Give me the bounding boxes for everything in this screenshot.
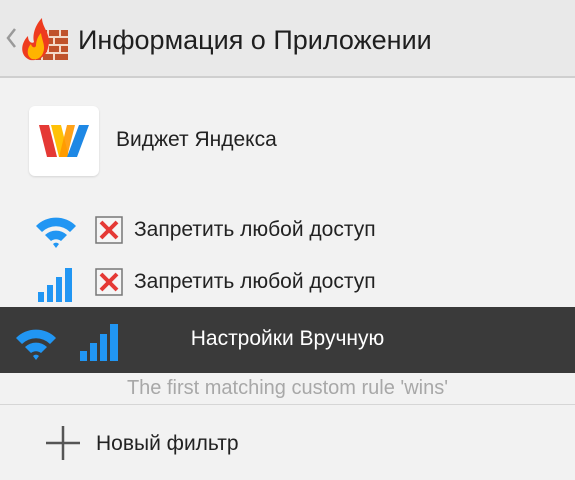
deny-box-icon[interactable]	[95, 268, 123, 296]
app-name: Виджет Яндекса	[116, 128, 277, 151]
app-icon	[29, 106, 99, 176]
rule-row-cellular[interactable]: Запретить любой доступ	[0, 260, 575, 304]
manual-settings-bar[interactable]: Настройки Вручную	[0, 307, 575, 373]
app-info-row: Виджет Яндекса	[0, 100, 575, 184]
rule-label: Запретить любой доступ	[134, 218, 376, 241]
new-filter-button[interactable]: Новый фильтр	[0, 420, 575, 470]
rule-label: Запретить любой доступ	[134, 270, 376, 293]
plus-icon	[46, 426, 80, 460]
rule-hint-text: The first matching custom rule 'wins'	[126, 377, 449, 399]
firewall-flame-icon[interactable]	[18, 14, 70, 62]
app-bar: Информация о Приложении	[0, 0, 575, 78]
new-filter-label: Новый фильтр	[96, 432, 239, 455]
page-title: Информация о Приложении	[78, 25, 432, 55]
yandex-widget-icon	[39, 125, 89, 157]
rule-row-wifi[interactable]: Запретить любой доступ	[0, 208, 575, 252]
deny-box-icon[interactable]	[95, 216, 123, 244]
cellular-signal-icon	[38, 268, 72, 302]
manual-settings-label: Настройки Вручную	[190, 327, 385, 350]
wifi-icon	[36, 217, 76, 248]
chevron-left-icon[interactable]	[4, 24, 18, 52]
divider	[0, 404, 575, 405]
